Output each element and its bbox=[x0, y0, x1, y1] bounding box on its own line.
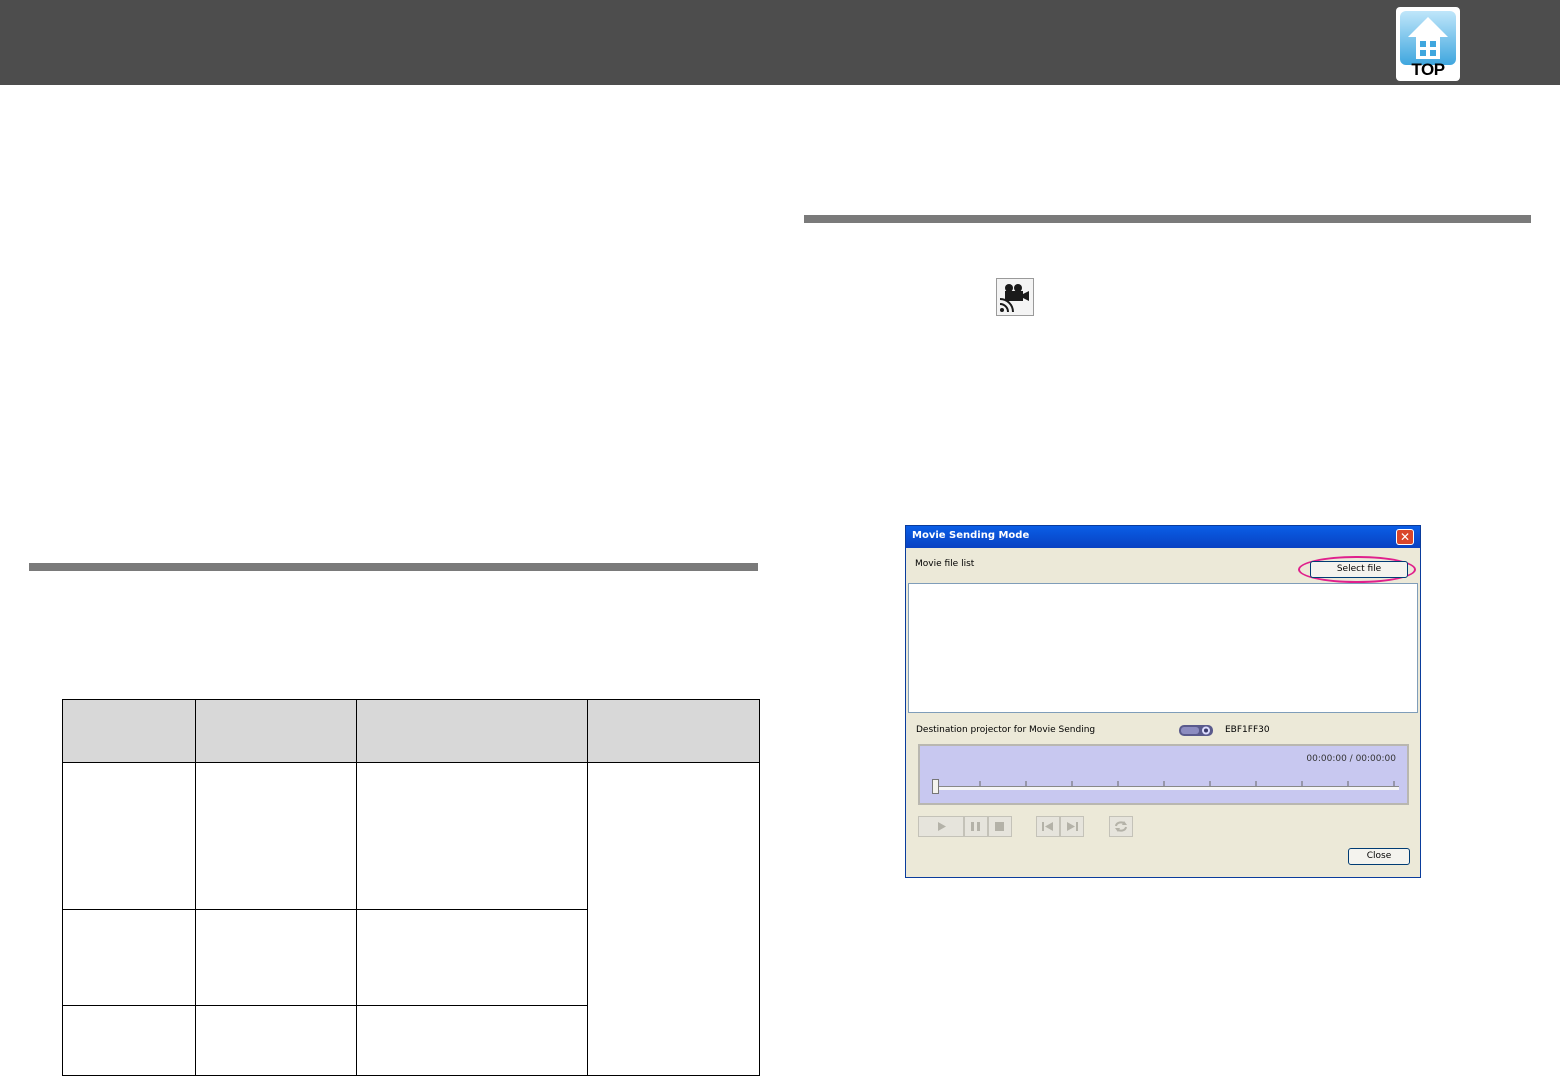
table-cell bbox=[62, 909, 196, 1006]
house-up-icon bbox=[1400, 11, 1456, 65]
seek-track bbox=[933, 786, 1399, 790]
table-header-cell bbox=[356, 699, 588, 763]
table-cell bbox=[356, 1005, 588, 1076]
table-cell bbox=[62, 762, 196, 910]
play-button[interactable] bbox=[918, 816, 964, 837]
table-cell bbox=[195, 909, 357, 1006]
movie-sending-dialog: Movie Sending Mode ✕ Movie file list Sel… bbox=[905, 525, 1421, 878]
destination-label: Destination projector for Movie Sending bbox=[916, 725, 1096, 735]
table-header-cell bbox=[62, 699, 196, 763]
repeat-button[interactable] bbox=[1109, 816, 1133, 837]
table-cell bbox=[62, 1005, 196, 1076]
dialog-titlebar[interactable]: Movie Sending Mode ✕ bbox=[906, 526, 1420, 548]
seek-ticks bbox=[933, 773, 1397, 786]
select-file-button[interactable]: Select file bbox=[1310, 561, 1408, 578]
stop-button[interactable] bbox=[988, 816, 1012, 837]
close-x-icon[interactable]: ✕ bbox=[1396, 529, 1414, 545]
seek-slider-handle[interactable] bbox=[932, 779, 939, 794]
playback-panel: 00:00:00 / 00:00:00 bbox=[918, 744, 1409, 805]
pause-button[interactable] bbox=[964, 816, 988, 837]
top-button[interactable]: TOP bbox=[1396, 7, 1460, 81]
section-divider-right bbox=[804, 215, 1531, 223]
next-icon bbox=[1067, 822, 1078, 831]
table-header-cell bbox=[587, 699, 760, 763]
table-header-cell bbox=[195, 699, 357, 763]
movie-file-list-label: Movie file list bbox=[915, 559, 975, 569]
previous-button[interactable] bbox=[1036, 816, 1060, 837]
page-header-bar bbox=[0, 0, 1560, 85]
table-cell-merged bbox=[587, 762, 760, 1076]
dialog-title: Movie Sending Mode bbox=[912, 530, 1030, 541]
table-row bbox=[62, 762, 760, 1076]
projector-icon bbox=[1178, 723, 1214, 738]
table-cell bbox=[356, 762, 588, 910]
table-cell bbox=[195, 762, 357, 910]
close-button[interactable]: Close bbox=[1348, 848, 1410, 865]
data-table bbox=[62, 699, 760, 1076]
movie-file-list[interactable] bbox=[908, 583, 1418, 713]
time-display: 00:00:00 / 00:00:00 bbox=[1306, 754, 1396, 764]
stop-icon bbox=[995, 822, 1004, 831]
play-icon bbox=[938, 822, 946, 831]
section-divider-left bbox=[29, 563, 758, 571]
repeat-icon bbox=[1115, 821, 1127, 832]
next-button[interactable] bbox=[1060, 816, 1084, 837]
projector-name: EBF1FF30 bbox=[1225, 725, 1270, 735]
top-label: TOP bbox=[1411, 60, 1445, 79]
movie-camera-wireless-icon bbox=[996, 278, 1034, 316]
table-cell bbox=[356, 909, 588, 1006]
table-cell bbox=[195, 1005, 357, 1076]
previous-icon bbox=[1042, 822, 1053, 831]
table-header-row bbox=[62, 699, 760, 763]
pause-icon bbox=[971, 822, 980, 831]
